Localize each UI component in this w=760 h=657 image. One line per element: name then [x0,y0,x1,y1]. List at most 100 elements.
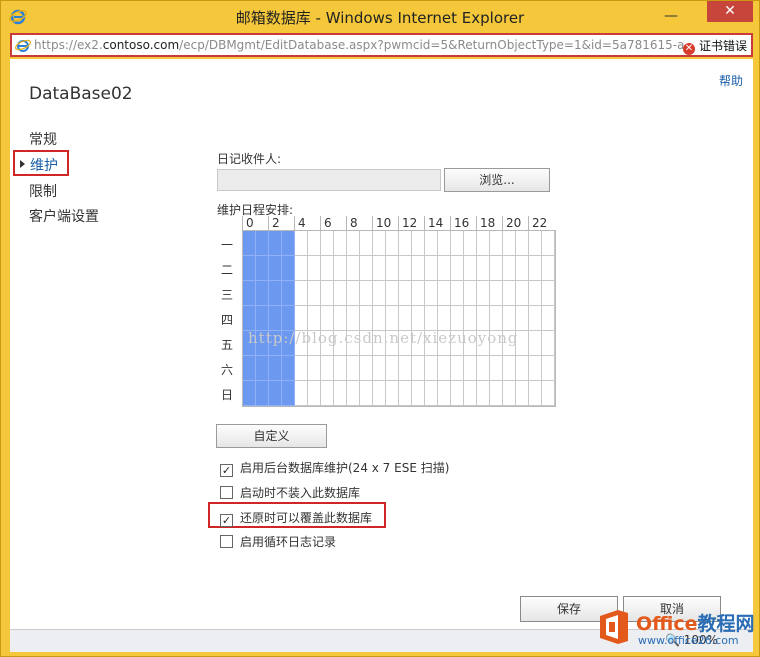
schedule-cell[interactable] [295,256,308,281]
schedule-cell[interactable] [529,381,542,406]
schedule-cell[interactable] [425,231,438,256]
schedule-cell[interactable] [373,356,386,381]
schedule-cell[interactable] [438,281,451,306]
help-link[interactable]: 帮助 [719,72,743,89]
schedule-cell[interactable] [542,256,555,281]
schedule-cell[interactable] [464,306,477,331]
schedule-cell[interactable] [334,306,347,331]
schedule-cell[interactable] [360,281,373,306]
schedule-cell[interactable] [386,281,399,306]
schedule-cell[interactable] [243,281,256,306]
schedule-cell[interactable] [412,381,425,406]
schedule-cell[interactable] [321,356,334,381]
schedule-cell[interactable] [347,356,360,381]
schedule-cell[interactable] [464,356,477,381]
schedule-cell[interactable] [308,356,321,381]
address-url[interactable]: https://ex2.contoso.com/ecp/DBMgmt/EditD… [34,38,684,52]
schedule-cell[interactable] [269,356,282,381]
schedule-cell[interactable] [425,356,438,381]
schedule-cell[interactable] [295,356,308,381]
schedule-cell[interactable] [373,256,386,281]
schedule-cell[interactable] [256,256,269,281]
schedule-cell[interactable] [490,231,503,256]
checkbox[interactable]: ✓ [220,464,233,477]
schedule-cell[interactable] [321,281,334,306]
schedule-cell[interactable] [282,381,295,406]
schedule-cell[interactable] [360,306,373,331]
schedule-cell[interactable] [412,281,425,306]
schedule-cell[interactable] [477,306,490,331]
schedule-cell[interactable] [243,231,256,256]
schedule-cell[interactable] [451,256,464,281]
schedule-cell[interactable] [425,306,438,331]
schedule-cell[interactable] [386,256,399,281]
schedule-cell[interactable] [529,356,542,381]
schedule-cell[interactable] [373,231,386,256]
schedule-cell[interactable] [347,381,360,406]
checkbox[interactable]: ✓ [220,514,233,527]
schedule-cell[interactable] [334,256,347,281]
schedule-cell[interactable] [399,231,412,256]
schedule-cell[interactable] [308,381,321,406]
schedule-cell[interactable] [425,381,438,406]
schedule-cell[interactable] [321,381,334,406]
checkbox-background-maintenance[interactable]: ✓ 启用后台数据库维护(24 x 7 ESE 扫描) [220,459,449,477]
schedule-cell[interactable] [243,381,256,406]
schedule-cell[interactable] [477,356,490,381]
schedule-cell[interactable] [295,381,308,406]
schedule-cell[interactable] [256,381,269,406]
schedule-cell[interactable] [490,381,503,406]
schedule-cell[interactable] [360,381,373,406]
schedule-cell[interactable] [386,231,399,256]
title-bar[interactable]: 邮箱数据库 - Windows Internet Explorer — ✕ [1,1,759,32]
schedule-cell[interactable] [490,256,503,281]
schedule-cell[interactable] [516,231,529,256]
schedule-cell[interactable] [425,256,438,281]
schedule-cell[interactable] [373,281,386,306]
schedule-cell[interactable] [464,256,477,281]
nav-item-client-settings[interactable]: 客户端设置 [29,206,99,226]
custom-schedule-button[interactable]: 自定义 [216,424,327,448]
schedule-cell[interactable] [282,281,295,306]
schedule-cell[interactable] [360,356,373,381]
checkbox[interactable] [220,535,233,548]
schedule-cell[interactable] [529,256,542,281]
checkbox-allow-overwrite[interactable]: ✓ 还原时可以覆盖此数据库 [220,509,372,527]
schedule-cell[interactable] [347,231,360,256]
checkbox[interactable] [220,486,233,499]
schedule-cell[interactable] [451,231,464,256]
schedule-cell[interactable] [503,281,516,306]
schedule-cell[interactable] [451,356,464,381]
schedule-cell[interactable] [360,256,373,281]
schedule-cell[interactable] [516,256,529,281]
schedule-cell[interactable] [347,306,360,331]
schedule-cell[interactable] [269,281,282,306]
schedule-cell[interactable] [334,381,347,406]
schedule-cell[interactable] [269,306,282,331]
schedule-cell[interactable] [425,281,438,306]
schedule-cell[interactable] [308,256,321,281]
schedule-cell[interactable] [256,356,269,381]
schedule-cell[interactable] [529,231,542,256]
schedule-cell[interactable] [477,256,490,281]
schedule-cell[interactable] [438,256,451,281]
minimize-button[interactable]: — [662,9,680,23]
browse-button[interactable]: 浏览... [444,168,550,192]
schedule-cell[interactable] [542,231,555,256]
schedule-cell[interactable] [321,231,334,256]
schedule-cell[interactable] [490,356,503,381]
schedule-cell[interactable] [542,381,555,406]
schedule-cell[interactable] [451,281,464,306]
schedule-cell[interactable] [529,306,542,331]
checkbox-circular-logging[interactable]: 启用循环日志记录 [220,533,336,550]
schedule-cell[interactable] [542,281,555,306]
address-bar[interactable]: https://ex2.contoso.com/ecp/DBMgmt/EditD… [10,33,753,57]
schedule-cell[interactable] [516,381,529,406]
schedule-cell[interactable] [477,231,490,256]
schedule-cell[interactable] [269,231,282,256]
close-window-button[interactable]: ✕ [707,1,753,22]
schedule-cell[interactable] [438,381,451,406]
schedule-cell[interactable] [269,381,282,406]
schedule-cell[interactable] [308,306,321,331]
certificate-error[interactable]: ✕ 证书错误 [682,37,747,55]
